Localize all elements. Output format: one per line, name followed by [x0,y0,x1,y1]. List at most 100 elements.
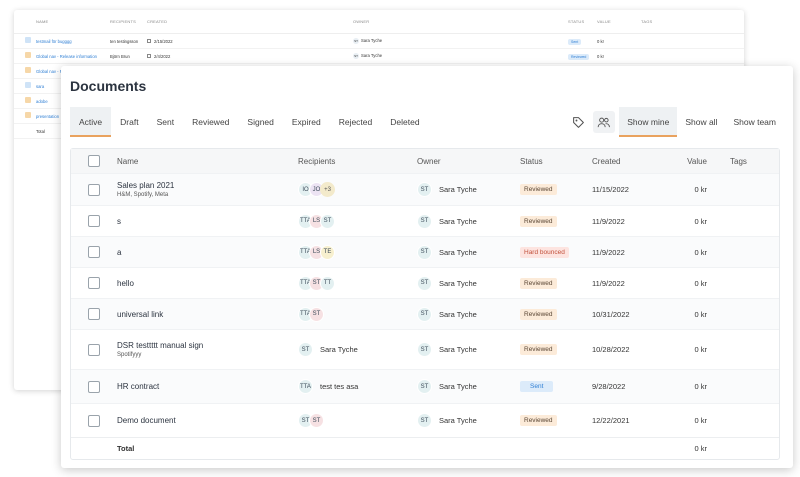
status-badge: Reviewed [520,215,557,227]
document-name[interactable]: a [117,248,298,257]
status-badge: Hard bounced [520,246,569,258]
header-recipients[interactable]: Recipients [298,157,417,166]
document-name[interactable]: hello [117,279,298,288]
recipient-name: test tes asa [320,382,359,391]
recipient-avatar: ST [309,306,324,322]
show-team-button[interactable]: Show team [725,107,784,137]
bg-row-owner: Sara Tyche [361,38,383,44]
tab-reviewed[interactable]: Reviewed [183,107,238,137]
table-row[interactable]: HR contract TTA test tes asa ST Sara Tych… [71,369,779,403]
document-value: 0 kr [694,247,707,257]
file-icon [25,66,31,73]
bg-row-created: 2/4/2022 [154,53,171,59]
bg-total-label: Total [36,128,45,134]
tag-filter-button[interactable] [567,111,589,133]
tab-signed[interactable]: Signed [238,107,282,137]
tab-draft[interactable]: Draft [111,107,147,137]
table-row[interactable]: universal link TTA ST ST Sara Tyche Revie… [71,298,779,329]
bg-header-owner: OWNER [353,19,370,24]
bg-row-created: 2/15/2022 [154,38,173,44]
header-value[interactable]: Value [666,157,707,166]
owner-name: Sara Tyche [439,278,477,288]
table-row[interactable]: s TTA LS ST ST Sara Tyche Reviewed 11/9/2… [71,205,779,236]
bg-row-value: 0 kr [597,53,604,59]
created-date: 11/9/2022 [592,278,625,288]
bg-table-row[interactable]: testmail för bugggg ten testingsson 2/15… [14,34,744,49]
owner-name: Sara Tyche [439,345,477,354]
owner-avatar: ST [417,275,432,291]
header-tags[interactable]: Tags [707,157,779,166]
calendar-icon [147,54,151,59]
recipient-avatar: ST [298,342,313,357]
tab-expired[interactable]: Expired [283,107,330,137]
status-badge: Reviewed [520,415,557,426]
recipient-avatar: TTA [298,379,313,394]
created-date: 10/28/2022 [592,345,630,354]
bg-row-owner: Sara Tyche [361,53,383,59]
documents-window: Documents Active Draft Sent Reviewed Sig… [61,66,793,468]
document-name[interactable]: universal link [117,310,298,319]
tag-icon [572,116,584,128]
bg-row-name[interactable]: Global nav - Release information [36,54,97,59]
owner-avatar: ST [417,306,432,322]
status-badge: Reviewed [520,308,557,320]
table-row[interactable]: a TTA LS TE ST Sara Tyche Hard bounced 11… [71,236,779,267]
recipient-avatar: TE [320,244,335,260]
row-checkbox[interactable] [88,215,100,227]
bg-table-row[interactable]: Global nav - Release information Björn B… [14,49,744,64]
bg-row-name[interactable]: testmail för bugggg [36,39,72,44]
header-owner[interactable]: Owner [417,157,520,166]
bg-row-name[interactable]: adobe [36,99,48,104]
row-checkbox[interactable] [88,380,100,393]
bg-row-name[interactable]: sara [36,84,44,89]
row-checkbox[interactable] [88,183,100,196]
people-filter-button[interactable] [593,111,616,133]
table-row[interactable]: hello TTA ST TT ST Sara Tyche Reviewed 11… [71,267,779,298]
header-status[interactable]: Status [520,157,592,166]
show-all-button[interactable]: Show all [677,107,725,137]
header-created[interactable]: Created [592,157,666,166]
bg-row-name[interactable]: presentation [36,114,59,119]
owner-avatar: ST [417,182,432,197]
document-value: 0 kr [694,309,707,319]
bg-header-recipients: RECIPIENTS [110,19,137,24]
table-row[interactable]: Demo document ST ST ST Sara Tyche Reviewe… [71,403,779,437]
file-icon [25,111,31,118]
document-value: 0 kr [694,345,707,354]
table-row[interactable]: Sales plan 2021 H&M, Spotify, Meta IO JO … [71,173,779,205]
status-badge: Reviewed [520,277,557,289]
table-header: Name Recipients Owner Status Created Val… [71,149,779,173]
header-name[interactable]: Name [117,157,298,166]
status-badge: Sent [568,38,582,45]
owner-avatar: ST [417,413,432,428]
select-all-checkbox[interactable] [88,155,100,167]
tab-sent[interactable]: Sent [148,107,184,137]
created-date: 10/31/2022 [592,309,630,319]
document-name[interactable]: HR contract [117,382,298,391]
document-value: 0 kr [694,382,707,391]
tab-active[interactable]: Active [70,107,112,137]
row-checkbox[interactable] [88,308,100,320]
file-icon [25,81,31,88]
document-name[interactable]: s [117,217,298,226]
more-recipients-badge[interactable]: +3 [320,182,335,197]
row-checkbox[interactable] [88,343,100,356]
status-badge: Reviewed [520,344,557,355]
owner-avatar: ST [417,342,432,357]
document-name[interactable]: DSR testtttt manual sign [117,341,298,350]
bg-row-recipients: Björn Brun [110,53,130,59]
row-checkbox[interactable] [88,246,100,258]
table-row[interactable]: DSR testtttt manual sign Spotifyyy ST Sar… [71,329,779,369]
document-name[interactable]: Demo document [117,416,298,425]
row-checkbox[interactable] [88,414,100,427]
bg-header-tags: TAGS [641,19,653,24]
status-badge: Sent [520,381,554,392]
owner-avatar: ST [353,38,359,44]
bg-header-value: VALUE [597,19,611,24]
show-mine-button[interactable]: Show mine [619,107,678,137]
row-checkbox[interactable] [88,277,100,289]
document-name[interactable]: Sales plan 2021 [117,181,298,190]
documents-table: Name Recipients Owner Status Created Val… [70,148,780,460]
tab-rejected[interactable]: Rejected [330,107,382,137]
tab-deleted[interactable]: Deleted [381,107,428,137]
